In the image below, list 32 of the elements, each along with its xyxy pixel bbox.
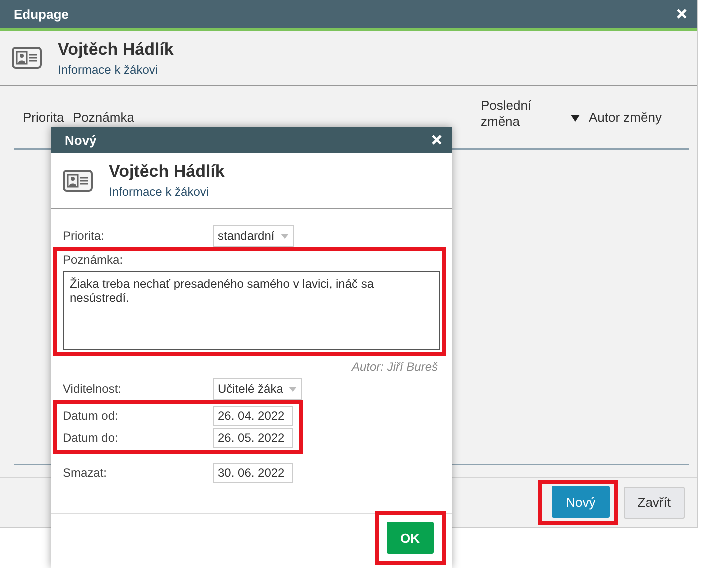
- header-subtitle: Informace k žákovi: [109, 185, 210, 199]
- dropdown-field[interactable]: Učitelé žáka: [213, 378, 302, 400]
- field-label: Smazat:: [63, 466, 108, 480]
- field-label: Priorita:: [63, 229, 106, 243]
- id-card-icon: [12, 47, 42, 69]
- caret-icon: [289, 386, 298, 392]
- field-label: Datum od:: [63, 409, 120, 423]
- id-card-icon: [63, 170, 93, 192]
- date-field[interactable]: 26. 05. 2022: [213, 428, 293, 448]
- author-note: Autor: Jiří Bureš: [352, 360, 438, 374]
- student-name: Vojtěch Hádlík: [58, 40, 174, 60]
- field-label: Datum do:: [63, 431, 120, 445]
- close-icon[interactable]: [432, 135, 442, 145]
- new-button[interactable]: Nový: [552, 486, 610, 518]
- column-header[interactable]: Priorita: [23, 110, 73, 126]
- date-field[interactable]: 26. 04. 2022: [213, 406, 293, 426]
- field-label: Poznámka:: [63, 253, 124, 267]
- column-header[interactable]: Poslední změna: [481, 98, 571, 130]
- caret-icon: [280, 234, 289, 238]
- close-icon[interactable]: [677, 9, 687, 19]
- column-header[interactable]: Autor změny: [589, 110, 689, 126]
- header-subtitle: Informace k žákovi: [58, 62, 160, 76]
- column-header[interactable]: Poznámka: [73, 110, 481, 126]
- dialog-title: Nový: [65, 132, 97, 148]
- student-name: Vojtěch Hádlík: [109, 162, 225, 182]
- close-button[interactable]: Zavřít: [624, 486, 685, 518]
- note-field[interactable]: Žiaka treba nechať presadeného samého v lavici, ináč sa nesústredí.: [63, 271, 440, 350]
- window-title: Edupage: [14, 6, 69, 22]
- sort-icon[interactable]: [571, 114, 580, 122]
- field-label: Viditelnost:: [63, 382, 122, 396]
- date-field[interactable]: 30. 06. 2022: [213, 463, 293, 483]
- dropdown-field[interactable]: standardní: [213, 225, 294, 247]
